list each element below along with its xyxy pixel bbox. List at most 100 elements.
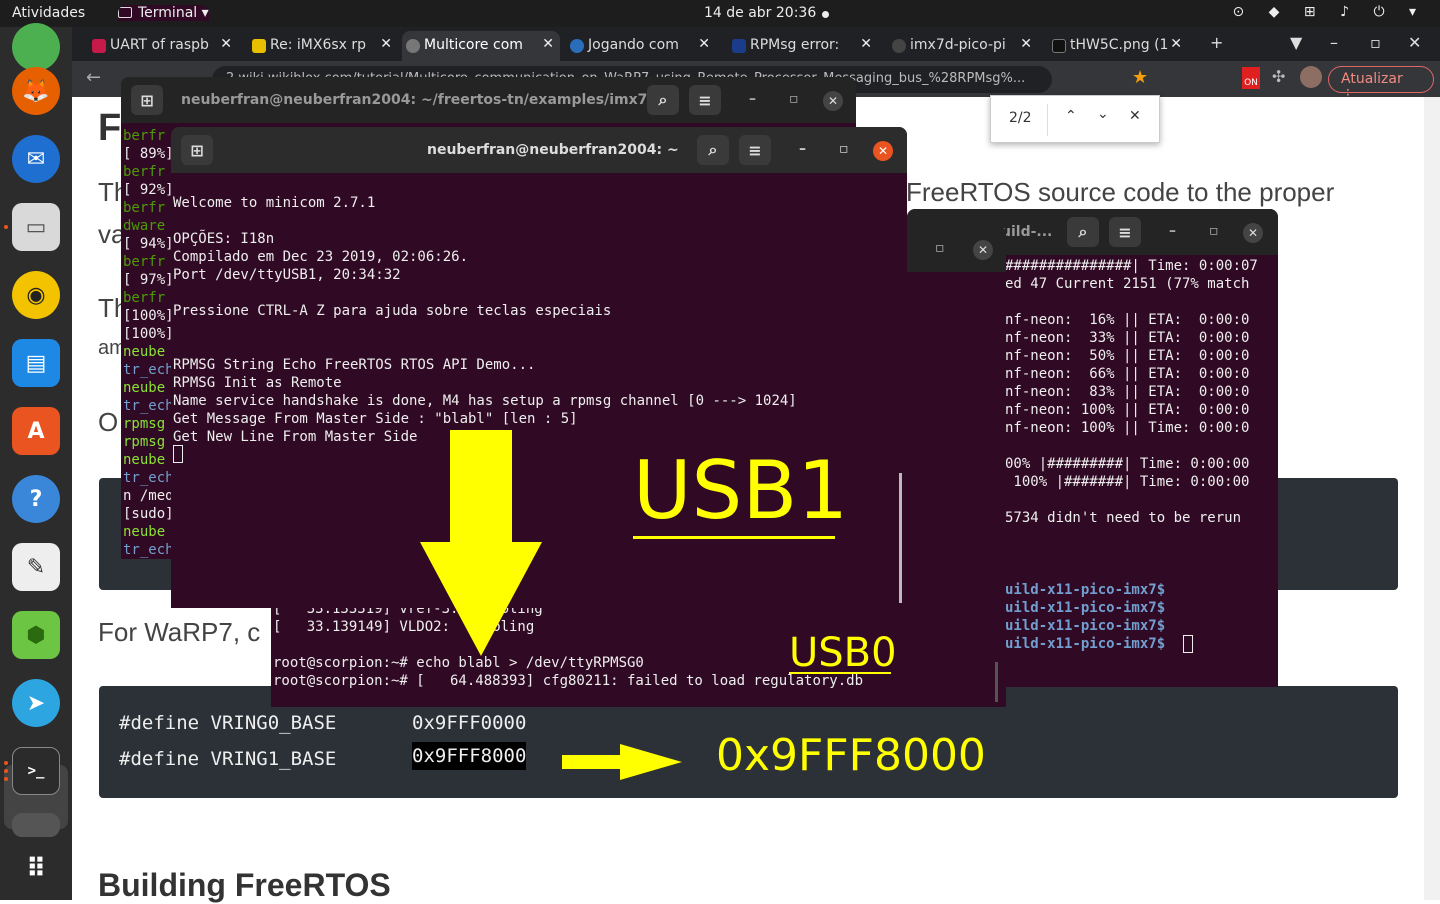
trash-icon[interactable]: [12, 813, 60, 837]
rhythmbox-icon[interactable]: ◉: [12, 271, 60, 319]
terminal-title: uild-...: [1001, 224, 1053, 240]
browser-tab-active[interactable]: Multicore com ✕: [402, 31, 560, 61]
back-icon[interactable]: ←: [86, 67, 101, 88]
terminal-line: [ 89%]: [123, 146, 174, 162]
terminal-line: RPMSG String Echo FreeRTOS RTOS API Demo…: [173, 357, 536, 373]
terminal-line: nf-neon: 50% || ETA: 0:00:0: [1005, 348, 1250, 364]
minimize-icon[interactable]: –: [1169, 223, 1176, 239]
browser-tab[interactable]: imx7d-pico-pi ✕: [888, 31, 1038, 61]
maximize-icon[interactable]: ▫: [1370, 33, 1381, 52]
browser-tab[interactable]: RPMsg error: ✕: [728, 31, 878, 61]
close-icon[interactable]: ✕: [1170, 36, 1182, 52]
chrome-icon[interactable]: [12, 23, 60, 71]
terminal-line: dware: [123, 218, 166, 234]
terminal-line: n /med: [123, 488, 174, 504]
terminal-icon[interactable]: >_: [12, 747, 60, 795]
browser-tab[interactable]: Re: iMX6sx rp ✕: [248, 31, 398, 61]
apps-grid-icon[interactable]: ⠿: [12, 845, 60, 893]
terminal-line: berfr: [123, 164, 166, 180]
tab-label: tHW5C.png (1: [1070, 37, 1169, 53]
terminal-line: nf-neon: 66% || ETA: 0:00:0: [1005, 366, 1250, 382]
terminal-line: 00% |#########| Time: 0:00:00: [1005, 456, 1250, 472]
search-icon[interactable]: ⌕: [1067, 217, 1099, 247]
menu-icon[interactable]: ≡: [1109, 217, 1141, 247]
find-next-icon[interactable]: ⌄: [1097, 106, 1109, 122]
tab-search-icon[interactable]: ▼: [1290, 33, 1302, 52]
avatar[interactable]: [1300, 66, 1322, 88]
new-tab-icon[interactable]: ⊞: [131, 85, 163, 115]
terminal-line: [100%]: [123, 308, 174, 324]
terminal-line: root@scorpion:~# echo blabl > /dev/ttyRP…: [273, 655, 644, 671]
close-icon[interactable]: ✕: [698, 36, 710, 52]
close-window-icon[interactable]: ✕: [1408, 33, 1421, 52]
close-icon[interactable]: ✕: [873, 141, 893, 161]
help-icon[interactable]: ?: [12, 475, 60, 523]
activities-button[interactable]: Atividades: [12, 5, 85, 21]
menu-icon[interactable]: ≡: [739, 135, 771, 165]
running-dot: [4, 777, 8, 781]
thunderbird-icon[interactable]: ✉: [12, 135, 60, 183]
section-heading: Building FreeRTOS: [98, 867, 391, 903]
browser-tab[interactable]: UART of raspb ✕: [88, 31, 238, 61]
app-menu-label: Terminal: [138, 5, 198, 21]
terminal-titlebar[interactable]: ⊞ neuberfran@neuberfran2004: ~/freertos-…: [121, 77, 856, 123]
close-icon[interactable]: ✕: [1020, 36, 1032, 52]
find-close-icon[interactable]: ✕: [1129, 108, 1141, 124]
update-button[interactable]: Atualizar ⋮: [1328, 66, 1434, 103]
firefox-icon[interactable]: 🦊: [12, 67, 60, 115]
box-icon[interactable]: ⬢: [12, 611, 60, 659]
bookmark-star-icon[interactable]: ★: [1132, 67, 1148, 88]
scrollbar[interactable]: [1424, 97, 1440, 900]
close-icon[interactable]: ✕: [823, 91, 843, 111]
text-editor-icon[interactable]: ✎: [12, 543, 60, 591]
on-extension-icon[interactable]: ON: [1242, 67, 1260, 89]
menu-icon[interactable]: ≡: [689, 85, 721, 115]
search-icon[interactable]: ⌕: [697, 135, 729, 165]
telegram-icon[interactable]: ➤: [12, 679, 60, 727]
terminal-line: Welcome to minicom 2.7.1: [173, 195, 376, 211]
close-icon[interactable]: ✕: [220, 36, 232, 52]
minimize-icon[interactable]: –: [749, 91, 756, 107]
terminal-titlebar[interactable]: ⊞ neuberfran@neuberfran2004: ~ ⌕ ≡ – ▫ ✕: [171, 127, 907, 173]
browser-tab[interactable]: tHW5C.png (1 ✕: [1048, 31, 1188, 61]
close-icon[interactable]: ✕: [1243, 223, 1263, 243]
scrollbar[interactable]: [995, 662, 998, 702]
maximize-icon[interactable]: ▫: [839, 141, 849, 157]
tab-label: RPMsg error:: [750, 37, 840, 53]
tab-favicon-icon: [892, 39, 906, 53]
clock[interactable]: 14 de abr 20:36: [704, 5, 816, 21]
close-icon[interactable]: ✕: [380, 36, 392, 52]
terminal-title: neuberfran@neuberfran2004: ~/freertos-tn…: [181, 92, 674, 108]
close-icon[interactable]: ✕: [542, 36, 554, 52]
terminal-icon: [118, 7, 132, 18]
new-tab-icon[interactable]: ⊞: [181, 135, 213, 165]
terminal-line: OPÇÕES: I18n: [173, 231, 275, 247]
find-prev-icon[interactable]: ⌃: [1065, 108, 1077, 124]
extensions-icon[interactable]: ✣: [1272, 67, 1285, 86]
scrollbar[interactable]: [899, 473, 902, 603]
terminal-line: tr_ech: [123, 398, 174, 414]
close-icon[interactable]: ✕: [973, 240, 993, 260]
close-icon[interactable]: ✕: [860, 36, 872, 52]
usb0-annotation: USB0: [789, 630, 897, 676]
files-icon[interactable]: ▭: [12, 203, 60, 251]
writer-icon[interactable]: ▤: [12, 339, 60, 387]
browser-tab[interactable]: Jogando com ✕: [566, 31, 716, 61]
cursor: [173, 445, 183, 463]
system-tray[interactable]: ⊙ ◆ ⊞ ♪ ⏻ ▾: [1232, 4, 1426, 20]
maximize-icon[interactable]: ▫: [1209, 223, 1219, 239]
maximize-icon[interactable]: ▫: [789, 91, 799, 107]
software-icon[interactable]: A: [12, 407, 60, 455]
tab-favicon-icon: [1052, 39, 1066, 53]
running-dot: [4, 225, 8, 229]
usb1-underline: [633, 536, 835, 539]
search-icon[interactable]: ⌕: [647, 85, 679, 115]
new-tab-icon[interactable]: +: [1210, 33, 1223, 52]
maximize-icon[interactable]: ▫: [935, 240, 945, 256]
minimize-icon[interactable]: –: [1330, 33, 1338, 52]
terminal-line: neube: [123, 380, 166, 396]
minimize-icon[interactable]: –: [799, 141, 806, 157]
app-menu[interactable]: Terminal ▾: [118, 5, 209, 21]
